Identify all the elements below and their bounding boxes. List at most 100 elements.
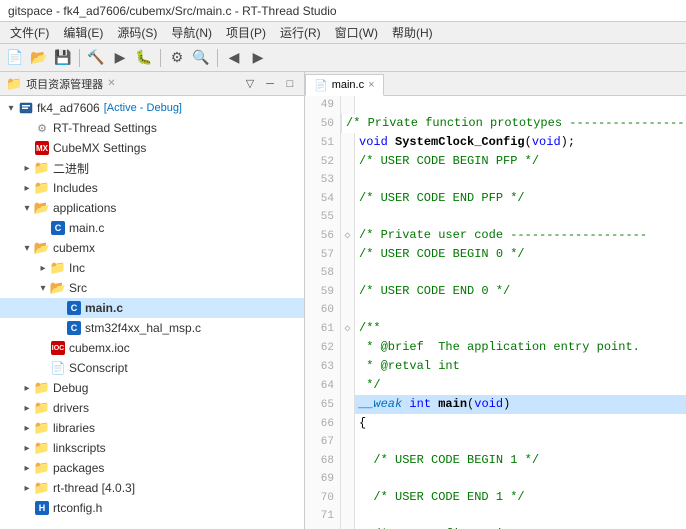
line-content-60 — [355, 301, 363, 319]
toolbar-settings[interactable]: ⚙ — [166, 47, 188, 69]
toolbar-sep2 — [160, 49, 161, 67]
tree-item-libraries[interactable]: ▸📁libraries — [0, 418, 304, 438]
menu-help[interactable]: 帮助(H) — [386, 22, 439, 43]
line-marker-59 — [341, 282, 355, 301]
tree-item-inc[interactable]: ▸📁Inc — [0, 258, 304, 278]
tree-arrow: ▸ — [20, 403, 34, 414]
line-marker-66 — [341, 414, 355, 433]
tree-icon-file-h: H — [34, 500, 50, 516]
toolbar-save[interactable]: 💾 — [52, 47, 74, 69]
menu-project[interactable]: 项目(P) — [220, 22, 272, 43]
tree-item-packages[interactable]: ▸📁packages — [0, 458, 304, 478]
line-marker-70 — [341, 488, 355, 507]
tree-label-cubemx: cubemx — [53, 241, 95, 255]
line-marker-72 — [341, 525, 355, 529]
toolbar-run[interactable]: ▶ — [109, 47, 131, 69]
line-content-66: { — [355, 414, 370, 433]
panel-min-btn[interactable]: ─ — [262, 76, 278, 92]
menu-window[interactable]: 窗口(W) — [329, 22, 384, 43]
tree-icon-file-c: C — [50, 220, 66, 236]
code-line-66: 66{ — [305, 414, 686, 433]
window-title: gitspace - fk4_ad7606/cubemx/Src/main.c … — [8, 4, 337, 18]
tree-item-src[interactable]: ▾📂Src — [0, 278, 304, 298]
line-marker-52 — [341, 152, 355, 171]
tree-item-drivers[interactable]: ▸📁drivers — [0, 398, 304, 418]
tree-item-applications[interactable]: ▾📂applications — [0, 198, 304, 218]
line-number-64: 64 — [305, 376, 341, 395]
tree-icon-folder-open: 📂 — [34, 200, 50, 216]
tree-item-cubemx[interactable]: ▾📂cubemx — [0, 238, 304, 258]
tree-label-main-c-src: main.c — [85, 301, 123, 315]
line-marker-54 — [341, 189, 355, 208]
tree-item-fk4_ad7606[interactable]: ▾fk4_ad7606[Active - Debug] — [0, 98, 304, 118]
menu-file[interactable]: 文件(F) — [4, 22, 55, 43]
code-line-53: 53 — [305, 171, 686, 189]
tree-item-main-c-app[interactable]: Cmain.c — [0, 218, 304, 238]
tree-item-rt-thread-settings[interactable]: ⚙RT-Thread Settings — [0, 118, 304, 138]
tree-label-rt-thread-settings: RT-Thread Settings — [53, 121, 157, 135]
line-number-49: 49 — [305, 96, 341, 114]
right-panel: 📄 main.c × 4950/* Private function proto… — [305, 72, 686, 529]
line-number-70: 70 — [305, 488, 341, 507]
line-number-50: 50 — [305, 114, 341, 133]
tree-icon-gear: ⚙ — [34, 120, 50, 136]
tree-arrow: ▸ — [20, 443, 34, 454]
tree-icon-file-c: C — [66, 320, 82, 336]
code-editor[interactable]: 4950/* Private function prototypes -----… — [305, 96, 686, 529]
line-number-58: 58 — [305, 264, 341, 282]
left-panel: 📁 项目资源管理器 ✕ ▽ ─ □ ▾fk4_ad7606[Active - D… — [0, 72, 305, 529]
code-line-56: 56◇/* Private user code ----------------… — [305, 226, 686, 245]
tree-item-main-c-src[interactable]: Cmain.c — [0, 298, 304, 318]
tree-item-cubemx-ioc[interactable]: IOCcubemx.ioc — [0, 338, 304, 358]
tree-icon-folder: 📁 — [34, 380, 50, 396]
tree-label-cubemx-settings: CubeMX Settings — [53, 141, 146, 155]
tree-item-debug[interactable]: ▸📁Debug — [0, 378, 304, 398]
line-number-53: 53 — [305, 171, 341, 189]
tree-item-stm32f4xx[interactable]: Cstm32f4xx_hal_msp.c — [0, 318, 304, 338]
code-line-58: 58 — [305, 264, 686, 282]
toolbar-new[interactable]: 📄 — [4, 47, 26, 69]
line-marker-67 — [341, 433, 355, 451]
tree-item-linkscripts[interactable]: ▸📁linkscripts — [0, 438, 304, 458]
tree-icon-folder-open: 📂 — [50, 280, 66, 296]
line-content-62: * @brief The application entry point. — [355, 338, 644, 357]
line-marker-65 — [341, 395, 355, 414]
toolbar-search[interactable]: 🔍 — [190, 47, 212, 69]
tab-close-btn[interactable]: × — [368, 79, 374, 91]
panel-max-btn[interactable]: □ — [282, 76, 298, 92]
toolbar-back[interactable]: ◀ — [223, 47, 245, 69]
code-line-51: 51void SystemClock_Config(void); — [305, 133, 686, 152]
menu-source[interactable]: 源码(S) — [111, 22, 163, 43]
code-line-49: 49 — [305, 96, 686, 114]
panel-collapse-btn[interactable]: ▽ — [242, 76, 258, 92]
tree-item-cubemx-settings[interactable]: MXCubeMX Settings — [0, 138, 304, 158]
line-content-72: /* MCU Configuration--- — [355, 525, 543, 529]
menu-navigate[interactable]: 导航(N) — [165, 22, 218, 43]
tree-item-includes[interactable]: ▸📁Includes — [0, 178, 304, 198]
code-line-69: 69 — [305, 470, 686, 488]
toolbar-debug[interactable]: 🐛 — [133, 47, 155, 69]
tree-item-rtconfig[interactable]: Hrtconfig.h — [0, 498, 304, 518]
line-marker-68 — [341, 451, 355, 470]
tree-item-sconscript-cubemx[interactable]: 📄SConscript — [0, 358, 304, 378]
toolbar-build[interactable]: 🔨 — [85, 47, 107, 69]
menu-edit[interactable]: 编辑(E) — [57, 22, 109, 43]
line-content-70: /* USER CODE END 1 */ — [355, 488, 529, 507]
code-line-52: 52/* USER CODE BEGIN PFP */ — [305, 152, 686, 171]
line-number-69: 69 — [305, 470, 341, 488]
line-number-65: 65 — [305, 395, 341, 414]
tree-item-rt-thread[interactable]: ▸📁rt-thread [4.0.3] — [0, 478, 304, 498]
line-number-67: 67 — [305, 433, 341, 451]
tree-icon-scons: 📄 — [50, 360, 66, 376]
line-content-68: /* USER CODE BEGIN 1 */ — [355, 451, 543, 470]
menu-run[interactable]: 运行(R) — [274, 22, 327, 43]
line-content-58 — [355, 264, 363, 282]
tree-label-debug: Debug — [53, 381, 88, 395]
editor-tab-main[interactable]: 📄 main.c × — [305, 74, 384, 96]
line-number-63: 63 — [305, 357, 341, 376]
line-content-69 — [355, 470, 363, 488]
tree-item-binary[interactable]: ▸📁二进制 — [0, 158, 304, 178]
toolbar-open[interactable]: 📂 — [28, 47, 50, 69]
line-content-57: /* USER CODE BEGIN 0 */ — [355, 245, 529, 264]
toolbar-forward[interactable]: ▶ — [247, 47, 269, 69]
